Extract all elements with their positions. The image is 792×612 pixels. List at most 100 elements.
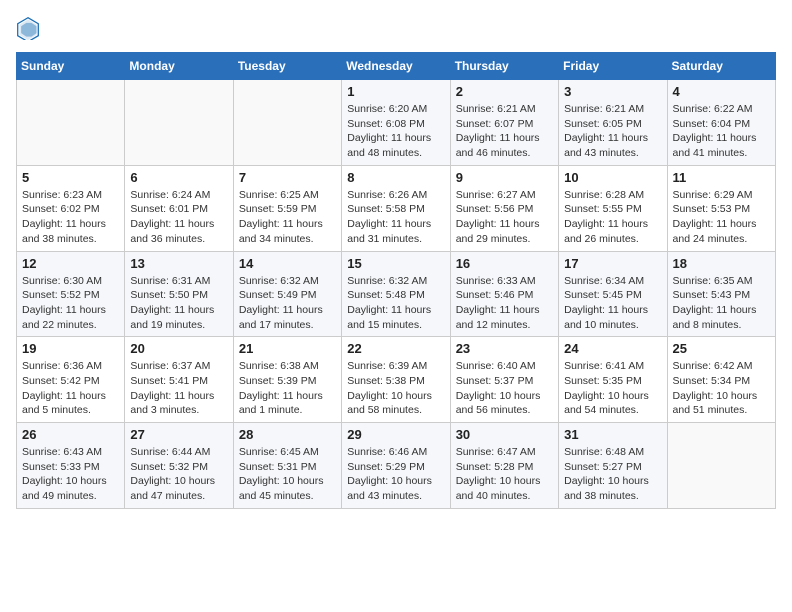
calendar-cell: 19 Sunrise: 6:36 AM Sunset: 5:42 PM Dayli…	[17, 337, 125, 423]
day-info: Sunrise: 6:36 AM Sunset: 5:42 PM Dayligh…	[22, 359, 119, 418]
calendar-cell: 10Sunrise: 6:28 AM Sunset: 5:55 PM Dayli…	[559, 165, 667, 251]
day-number: 28	[239, 427, 336, 442]
calendar-cell: 2 Sunrise: 6:21 AM Sunset: 6:07 PM Daylig…	[450, 80, 558, 166]
day-number: 13	[130, 256, 227, 271]
calendar-cell: 23 Sunrise: 6:40 AM Sunset: 5:37 PM Dayli…	[450, 337, 558, 423]
day-info: Sunrise: 6:43 AM Sunset: 5:33 PM Dayligh…	[22, 445, 119, 504]
day-info: Sunrise: 6:46 AM Sunset: 5:29 PM Dayligh…	[347, 445, 444, 504]
column-header-monday: Monday	[125, 53, 233, 80]
day-info: Sunrise: 6:40 AM Sunset: 5:37 PM Dayligh…	[456, 359, 553, 418]
calendar-cell: 9 Sunrise: 6:27 AM Sunset: 5:56 PM Daylig…	[450, 165, 558, 251]
calendar-cell: 4Sunrise: 6:22 AM Sunset: 6:04 PM Daylig…	[667, 80, 775, 166]
day-number: 1	[347, 84, 444, 99]
calendar-table: SundayMondayTuesdayWednesdayThursdayFrid…	[16, 52, 776, 509]
calendar-week-row: 12 Sunrise: 6:30 AM Sunset: 5:52 PM Dayli…	[17, 251, 776, 337]
day-info: Sunrise: 6:21 AM Sunset: 6:07 PM Dayligh…	[456, 102, 553, 161]
day-info: Sunrise: 6:32 AM Sunset: 5:48 PM Dayligh…	[347, 274, 444, 333]
day-info: Sunrise: 6:26 AM Sunset: 5:58 PM Dayligh…	[347, 188, 444, 247]
day-number: 15	[347, 256, 444, 271]
day-info: Sunrise: 6:31 AM Sunset: 5:50 PM Dayligh…	[130, 274, 227, 333]
calendar-cell: 26 Sunrise: 6:43 AM Sunset: 5:33 PM Dayli…	[17, 423, 125, 509]
day-number: 29	[347, 427, 444, 442]
calendar-cell: 15 Sunrise: 6:32 AM Sunset: 5:48 PM Dayli…	[342, 251, 450, 337]
calendar-cell: 20 Sunrise: 6:37 AM Sunset: 5:41 PM Dayli…	[125, 337, 233, 423]
day-info: Sunrise: 6:37 AM Sunset: 5:41 PM Dayligh…	[130, 359, 227, 418]
column-header-thursday: Thursday	[450, 53, 558, 80]
day-info: Sunrise: 6:33 AM Sunset: 5:46 PM Dayligh…	[456, 274, 553, 333]
day-number: 17	[564, 256, 661, 271]
day-number: 22	[347, 341, 444, 356]
day-number: 26	[22, 427, 119, 442]
calendar-cell: 30 Sunrise: 6:47 AM Sunset: 5:28 PM Dayli…	[450, 423, 558, 509]
calendar-cell: 16 Sunrise: 6:33 AM Sunset: 5:46 PM Dayli…	[450, 251, 558, 337]
day-number: 23	[456, 341, 553, 356]
day-number: 30	[456, 427, 553, 442]
calendar-cell: 22 Sunrise: 6:39 AM Sunset: 5:38 PM Dayli…	[342, 337, 450, 423]
logo-icon	[16, 16, 40, 40]
day-info: Sunrise: 6:42 AM Sunset: 5:34 PM Dayligh…	[673, 359, 770, 418]
day-number: 20	[130, 341, 227, 356]
day-info: Sunrise: 6:47 AM Sunset: 5:28 PM Dayligh…	[456, 445, 553, 504]
calendar-cell: 6Sunrise: 6:24 AM Sunset: 6:01 PM Daylig…	[125, 165, 233, 251]
day-number: 2	[456, 84, 553, 99]
calendar-cell: 3 Sunrise: 6:21 AM Sunset: 6:05 PM Daylig…	[559, 80, 667, 166]
logo	[16, 16, 44, 40]
calendar-cell	[233, 80, 341, 166]
calendar-cell: 25 Sunrise: 6:42 AM Sunset: 5:34 PM Dayli…	[667, 337, 775, 423]
day-info: Sunrise: 6:41 AM Sunset: 5:35 PM Dayligh…	[564, 359, 661, 418]
day-number: 21	[239, 341, 336, 356]
day-info: Sunrise: 6:34 AM Sunset: 5:45 PM Dayligh…	[564, 274, 661, 333]
day-number: 4	[673, 84, 770, 99]
column-header-tuesday: Tuesday	[233, 53, 341, 80]
calendar-week-row: 5Sunrise: 6:23 AM Sunset: 6:02 PM Daylig…	[17, 165, 776, 251]
day-number: 25	[673, 341, 770, 356]
day-info: Sunrise: 6:21 AM Sunset: 6:05 PM Dayligh…	[564, 102, 661, 161]
calendar-cell: 17 Sunrise: 6:34 AM Sunset: 5:45 PM Dayli…	[559, 251, 667, 337]
calendar-cell: 13 Sunrise: 6:31 AM Sunset: 5:50 PM Dayli…	[125, 251, 233, 337]
day-number: 10	[564, 170, 661, 185]
calendar-cell: 27 Sunrise: 6:44 AM Sunset: 5:32 PM Dayli…	[125, 423, 233, 509]
calendar-cell	[667, 423, 775, 509]
day-number: 12	[22, 256, 119, 271]
column-header-sunday: Sunday	[17, 53, 125, 80]
calendar-cell	[125, 80, 233, 166]
day-number: 16	[456, 256, 553, 271]
page-header	[16, 16, 776, 40]
day-info: Sunrise: 6:32 AM Sunset: 5:49 PM Dayligh…	[239, 274, 336, 333]
day-info: Sunrise: 6:20 AM Sunset: 6:08 PM Dayligh…	[347, 102, 444, 161]
column-header-friday: Friday	[559, 53, 667, 80]
day-number: 6	[130, 170, 227, 185]
day-info: Sunrise: 6:29 AM Sunset: 5:53 PM Dayligh…	[673, 188, 770, 247]
day-number: 31	[564, 427, 661, 442]
calendar-week-row: 19 Sunrise: 6:36 AM Sunset: 5:42 PM Dayli…	[17, 337, 776, 423]
calendar-cell: 5Sunrise: 6:23 AM Sunset: 6:02 PM Daylig…	[17, 165, 125, 251]
day-number: 11	[673, 170, 770, 185]
day-number: 8	[347, 170, 444, 185]
day-info: Sunrise: 6:44 AM Sunset: 5:32 PM Dayligh…	[130, 445, 227, 504]
calendar-cell: 18Sunrise: 6:35 AM Sunset: 5:43 PM Dayli…	[667, 251, 775, 337]
calendar-cell: 8 Sunrise: 6:26 AM Sunset: 5:58 PM Daylig…	[342, 165, 450, 251]
calendar-cell: 11 Sunrise: 6:29 AM Sunset: 5:53 PM Dayli…	[667, 165, 775, 251]
day-info: Sunrise: 6:48 AM Sunset: 5:27 PM Dayligh…	[564, 445, 661, 504]
calendar-cell: 21 Sunrise: 6:38 AM Sunset: 5:39 PM Dayli…	[233, 337, 341, 423]
day-info: Sunrise: 6:30 AM Sunset: 5:52 PM Dayligh…	[22, 274, 119, 333]
day-number: 18	[673, 256, 770, 271]
day-number: 19	[22, 341, 119, 356]
calendar-cell: 7Sunrise: 6:25 AM Sunset: 5:59 PM Daylig…	[233, 165, 341, 251]
calendar-cell: 29 Sunrise: 6:46 AM Sunset: 5:29 PM Dayli…	[342, 423, 450, 509]
calendar-header-row: SundayMondayTuesdayWednesdayThursdayFrid…	[17, 53, 776, 80]
day-number: 5	[22, 170, 119, 185]
day-number: 3	[564, 84, 661, 99]
day-info: Sunrise: 6:39 AM Sunset: 5:38 PM Dayligh…	[347, 359, 444, 418]
day-info: Sunrise: 6:38 AM Sunset: 5:39 PM Dayligh…	[239, 359, 336, 418]
day-info: Sunrise: 6:27 AM Sunset: 5:56 PM Dayligh…	[456, 188, 553, 247]
calendar-week-row: 26 Sunrise: 6:43 AM Sunset: 5:33 PM Dayli…	[17, 423, 776, 509]
calendar-week-row: 1 Sunrise: 6:20 AM Sunset: 6:08 PM Daylig…	[17, 80, 776, 166]
day-info: Sunrise: 6:45 AM Sunset: 5:31 PM Dayligh…	[239, 445, 336, 504]
calendar-cell	[17, 80, 125, 166]
day-number: 14	[239, 256, 336, 271]
day-number: 9	[456, 170, 553, 185]
calendar-cell: 28 Sunrise: 6:45 AM Sunset: 5:31 PM Dayli…	[233, 423, 341, 509]
calendar-cell: 31 Sunrise: 6:48 AM Sunset: 5:27 PM Dayli…	[559, 423, 667, 509]
day-number: 27	[130, 427, 227, 442]
